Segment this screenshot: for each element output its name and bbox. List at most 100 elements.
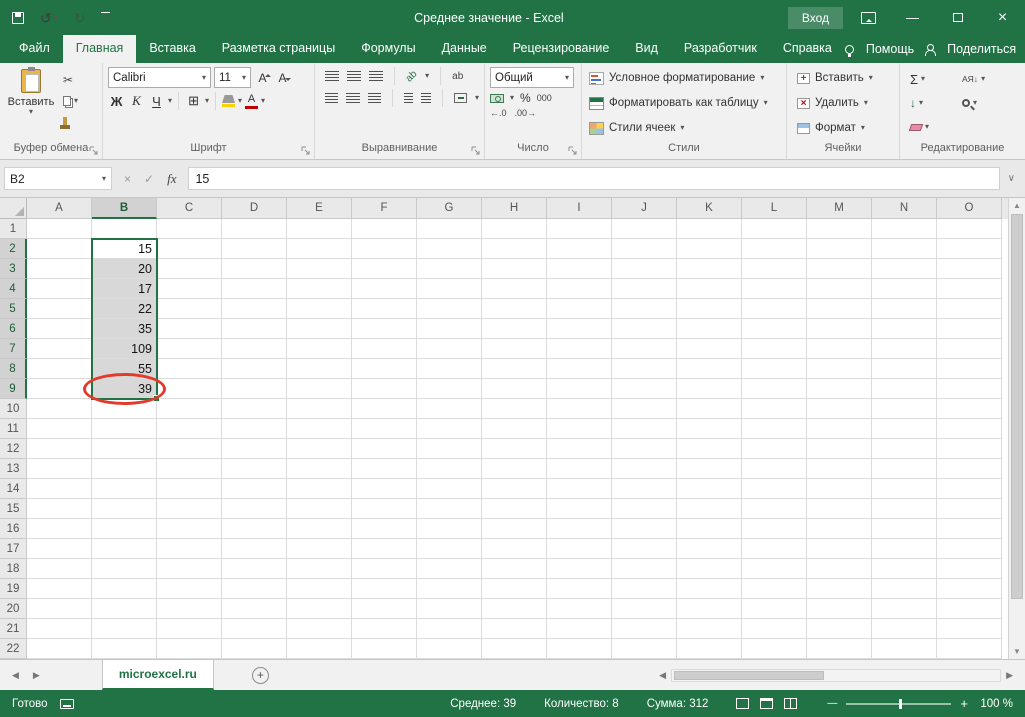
cell-K3[interactable]	[677, 259, 742, 279]
cell-E17[interactable]	[287, 539, 352, 559]
font-dialog-launcher[interactable]	[301, 146, 311, 156]
cell-B11[interactable]	[92, 419, 157, 439]
alignment-dialog-launcher[interactable]	[471, 146, 481, 156]
align-middle-button[interactable]	[347, 71, 361, 82]
cell-D7[interactable]	[222, 339, 287, 359]
cell-J3[interactable]	[612, 259, 677, 279]
cell-D10[interactable]	[222, 399, 287, 419]
cell-D19[interactable]	[222, 579, 287, 599]
cell-H9[interactable]	[482, 379, 547, 399]
confirm-entry-button[interactable]: ✓	[144, 172, 154, 186]
cell-O20[interactable]	[937, 599, 1002, 619]
cell-D12[interactable]	[222, 439, 287, 459]
cell-K15[interactable]	[677, 499, 742, 519]
cell-D9[interactable]	[222, 379, 287, 399]
cell-I10[interactable]	[547, 399, 612, 419]
cell-M1[interactable]	[807, 219, 872, 239]
cell-H21[interactable]	[482, 619, 547, 639]
cell-G8[interactable]	[417, 359, 482, 379]
number-dialog-launcher[interactable]	[568, 146, 578, 156]
cell-A8[interactable]	[27, 359, 92, 379]
cell-N2[interactable]	[872, 239, 937, 259]
cell-E18[interactable]	[287, 559, 352, 579]
cell-N15[interactable]	[872, 499, 937, 519]
autosum-button[interactable]: Σ▾	[910, 72, 962, 87]
row-header-9[interactable]: 9	[0, 379, 27, 399]
cell-N11[interactable]	[872, 419, 937, 439]
customize-qat-button[interactable]: ▾	[101, 12, 110, 23]
fill-color-button[interactable]	[222, 95, 235, 107]
cell-H8[interactable]	[482, 359, 547, 379]
cell-E14[interactable]	[287, 479, 352, 499]
row-header-18[interactable]: 18	[0, 559, 27, 579]
cell-M21[interactable]	[807, 619, 872, 639]
cell-N22[interactable]	[872, 639, 937, 659]
tab-рецензирование[interactable]: Рецензирование	[500, 35, 623, 63]
sheet-tab-active[interactable]: microexcel.ru	[102, 660, 214, 690]
cell-K17[interactable]	[677, 539, 742, 559]
close-button[interactable]: ×	[980, 0, 1025, 35]
cell-L12[interactable]	[742, 439, 807, 459]
cell-D2[interactable]	[222, 239, 287, 259]
cell-M9[interactable]	[807, 379, 872, 399]
cell-H22[interactable]	[482, 639, 547, 659]
cell-E16[interactable]	[287, 519, 352, 539]
horizontal-scrollbar-thumb[interactable]	[674, 671, 824, 680]
cell-C14[interactable]	[157, 479, 222, 499]
cell-D15[interactable]	[222, 499, 287, 519]
cell-D8[interactable]	[222, 359, 287, 379]
cell-M15[interactable]	[807, 499, 872, 519]
cell-J18[interactable]	[612, 559, 677, 579]
cell-I13[interactable]	[547, 459, 612, 479]
cell-H18[interactable]	[482, 559, 547, 579]
cell-L1[interactable]	[742, 219, 807, 239]
cell-C11[interactable]	[157, 419, 222, 439]
align-top-button[interactable]	[325, 71, 339, 82]
cell-styles-button[interactable]: Стили ячеек▾	[589, 117, 781, 139]
cell-O10[interactable]	[937, 399, 1002, 419]
clipboard-dialog-launcher[interactable]	[89, 146, 99, 156]
sign-in-button[interactable]: Вход	[788, 7, 843, 29]
row-header-13[interactable]: 13	[0, 459, 27, 479]
cell-B7[interactable]: 109	[92, 339, 157, 359]
cell-J8[interactable]	[612, 359, 677, 379]
cell-C5[interactable]	[157, 299, 222, 319]
cell-A17[interactable]	[27, 539, 92, 559]
cell-L21[interactable]	[742, 619, 807, 639]
cell-J7[interactable]	[612, 339, 677, 359]
cell-L20[interactable]	[742, 599, 807, 619]
cell-F1[interactable]	[352, 219, 417, 239]
cell-K16[interactable]	[677, 519, 742, 539]
cell-C3[interactable]	[157, 259, 222, 279]
row-header-22[interactable]: 22	[0, 639, 27, 659]
row-header-17[interactable]: 17	[0, 539, 27, 559]
cell-C6[interactable]	[157, 319, 222, 339]
column-header-F[interactable]: F	[352, 198, 417, 219]
cell-N3[interactable]	[872, 259, 937, 279]
align-bottom-button[interactable]	[369, 71, 383, 82]
undo-button[interactable]: ↺▾	[40, 11, 58, 25]
cell-A12[interactable]	[27, 439, 92, 459]
scroll-down-icon[interactable]: ▼	[1013, 647, 1021, 656]
column-header-K[interactable]: K	[677, 198, 742, 219]
cell-H10[interactable]	[482, 399, 547, 419]
cell-A20[interactable]	[27, 599, 92, 619]
cell-N10[interactable]	[872, 399, 937, 419]
cell-F20[interactable]	[352, 599, 417, 619]
column-header-M[interactable]: M	[807, 198, 872, 219]
cell-B21[interactable]	[92, 619, 157, 639]
increase-decimal-button[interactable]: ←.0	[490, 108, 507, 118]
cell-I2[interactable]	[547, 239, 612, 259]
cell-C8[interactable]	[157, 359, 222, 379]
zoom-in-button[interactable]: +	[960, 696, 968, 711]
cell-G1[interactable]	[417, 219, 482, 239]
cell-A21[interactable]	[27, 619, 92, 639]
cell-M4[interactable]	[807, 279, 872, 299]
cell-H5[interactable]	[482, 299, 547, 319]
cell-B10[interactable]	[92, 399, 157, 419]
cell-F6[interactable]	[352, 319, 417, 339]
zoom-out-button[interactable]: —	[827, 698, 837, 709]
cancel-entry-button[interactable]: ×	[124, 172, 131, 186]
cell-M6[interactable]	[807, 319, 872, 339]
cell-I9[interactable]	[547, 379, 612, 399]
